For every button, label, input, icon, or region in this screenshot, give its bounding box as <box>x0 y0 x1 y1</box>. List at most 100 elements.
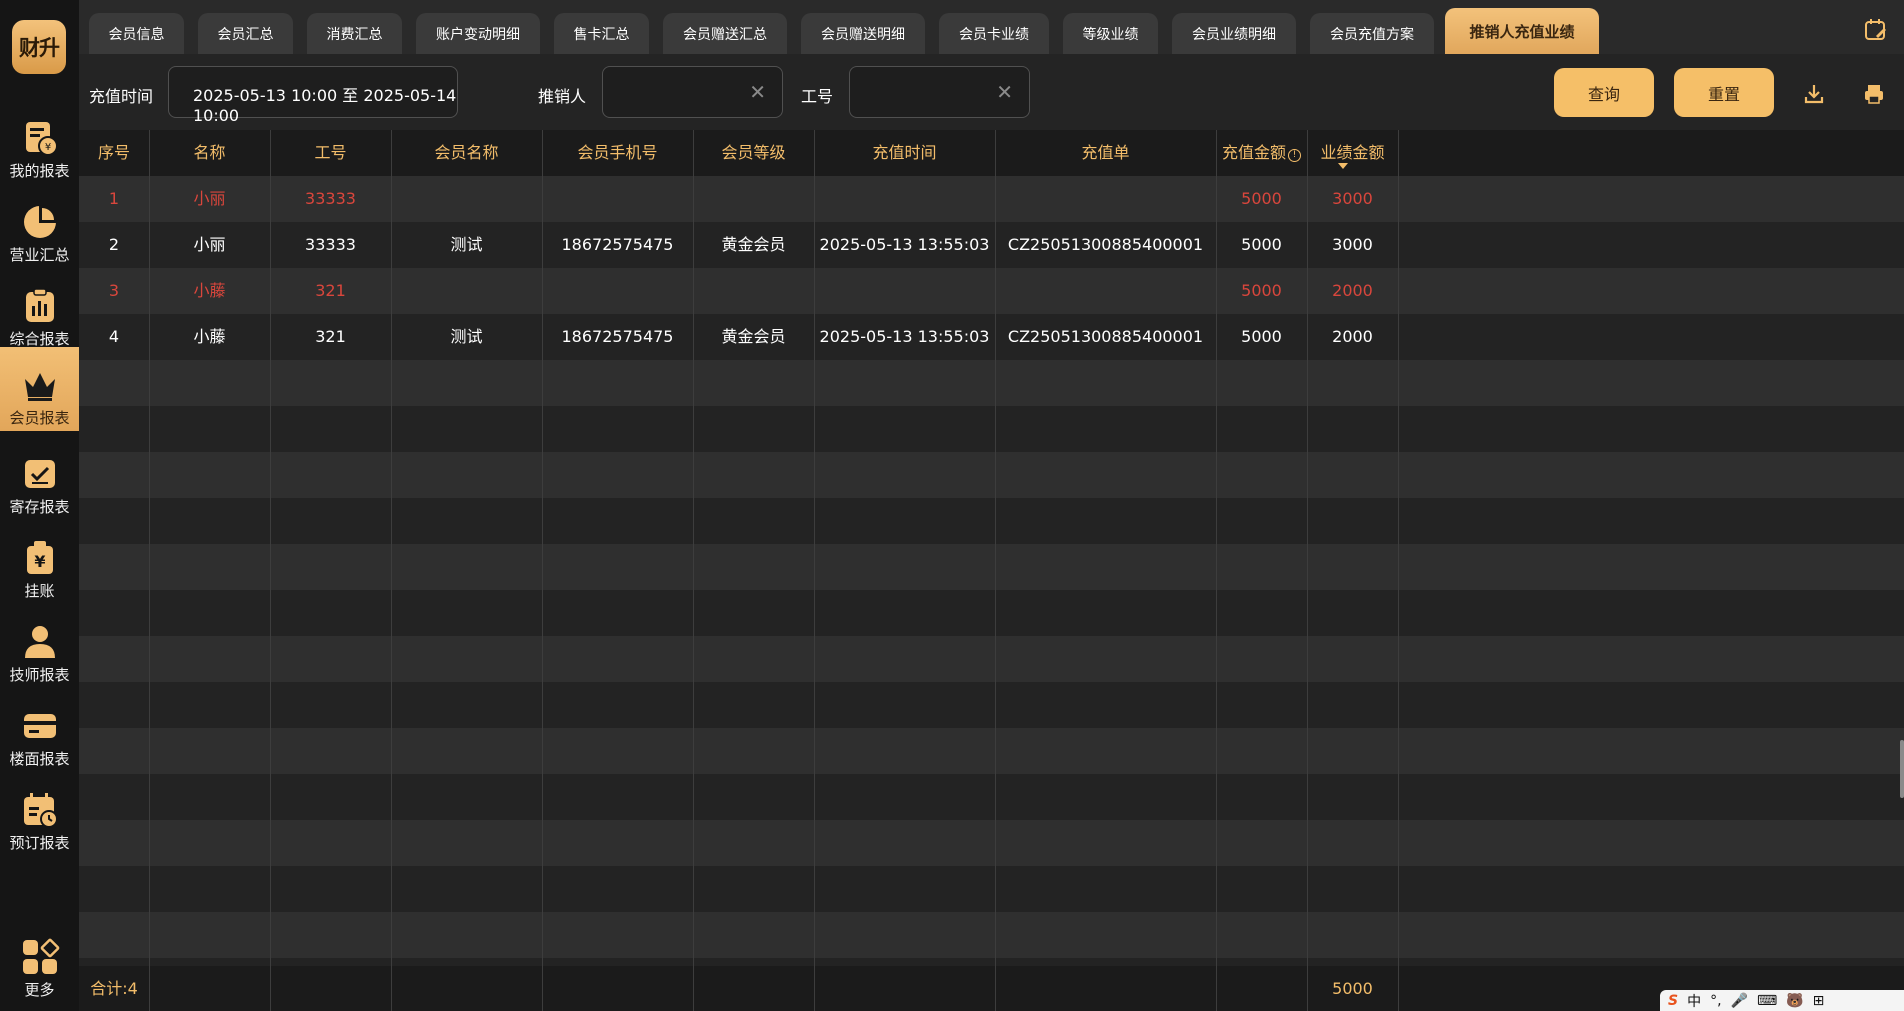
scrollbar-thumb[interactable] <box>1900 740 1904 798</box>
table-row[interactable] <box>79 498 1904 544</box>
tab-account-change-detail[interactable]: 账户变动明细 <box>416 13 540 54</box>
sidebar-item-floor-report[interactable]: 楼面报表 <box>0 688 79 772</box>
staff-no-label: 工号 <box>801 87 834 106</box>
col-header-member-level: 会员等级 <box>721 143 786 162</box>
tab-level-performance[interactable]: 等级业绩 <box>1063 13 1158 54</box>
tab-consumption-summary[interactable]: 消费汇总 <box>307 13 402 54</box>
cell-seq: 3 <box>108 281 120 300</box>
performance-total: 5000 <box>1332 979 1373 998</box>
sidebar-item-label: 技师报表 <box>9 666 70 684</box>
cell-order <box>995 176 1216 222</box>
clear-staff-no-icon[interactable]: ✕ <box>996 82 1013 102</box>
clear-seller-icon[interactable]: ✕ <box>749 82 766 102</box>
seller-input[interactable]: ✕ <box>602 66 783 118</box>
sidebar-item-label: 营业汇总 <box>9 246 70 264</box>
ime-voice-icon[interactable]: 🎤 <box>1731 993 1748 1009</box>
staff-no-input[interactable]: ✕ <box>849 66 1030 118</box>
sidebar-item-member-report[interactable]: 会员报表 <box>0 347 79 431</box>
table-row[interactable] <box>79 590 1904 636</box>
col-header-recharge-amount[interactable]: 充值金额! <box>1216 130 1307 176</box>
sidebar-item-my-reports[interactable]: ¥ 我的报表 <box>0 100 79 184</box>
apps-grid-icon <box>22 938 59 974</box>
table-row[interactable] <box>79 682 1904 728</box>
table-row[interactable] <box>79 452 1904 498</box>
cell-time <box>814 268 995 314</box>
query-button[interactable]: 查询 <box>1554 68 1654 117</box>
table-row[interactable] <box>79 636 1904 682</box>
table-row[interactable]: 1 小丽 33333 5000 3000 <box>79 176 1904 222</box>
table-row[interactable] <box>79 728 1904 774</box>
table-row[interactable] <box>79 912 1904 958</box>
info-icon[interactable]: ! <box>1288 149 1301 162</box>
sidebar-item-label: 会员报表 <box>9 409 70 427</box>
recharge-time-value: 2025-05-13 10:00 至 2025-05-14 10:00 <box>193 86 457 125</box>
cell-level <box>693 268 814 314</box>
calendar-clock-icon <box>23 793 58 828</box>
table-row[interactable]: 3 小藤 321 5000 2000 <box>79 268 1904 314</box>
calendar-edit-icon[interactable] <box>1864 18 1888 42</box>
table-row[interactable]: 2 小丽 33333 测试 18672575475 黄金会员 2025-05-13 13:5… <box>79 222 1904 268</box>
sidebar-item-technician-report[interactable]: 技师报表 <box>0 604 79 688</box>
tab-member-gift-detail[interactable]: 会员赠送明细 <box>801 13 925 54</box>
cell-name: 小藤 <box>193 281 226 300</box>
cell-staff-no: 321 <box>315 327 346 346</box>
cell-perf: 3000 <box>1332 189 1373 208</box>
sidebar-item-label: 楼面报表 <box>9 750 70 768</box>
ime-mode-chinese[interactable]: 中 <box>1687 991 1701 1011</box>
table-row[interactable] <box>79 866 1904 912</box>
recharge-time-range-picker[interactable]: 2025-05-13 10:00 至 2025-05-14 10:00 <box>168 66 458 125</box>
cell-phone <box>542 176 693 222</box>
card-icon <box>23 714 56 738</box>
ime-punctuation[interactable]: °, <box>1710 993 1721 1009</box>
table-row[interactable] <box>79 774 1904 820</box>
ime-keyboard-icon[interactable]: ⌨ <box>1757 993 1777 1009</box>
print-icon[interactable] <box>1863 83 1885 105</box>
seller-label: 推销人 <box>538 87 587 106</box>
col-header-name: 名称 <box>193 143 226 162</box>
tab-member-performance-detail[interactable]: 会员业绩明细 <box>1172 13 1296 54</box>
table-row[interactable] <box>79 544 1904 590</box>
sidebar-item-on-account[interactable]: ¥ 挂账 <box>0 520 79 604</box>
tab-member-info[interactable]: 会员信息 <box>89 13 184 54</box>
tab-member-recharge-plan[interactable]: 会员充值方案 <box>1310 13 1434 54</box>
cell-amount: 5000 <box>1241 235 1282 254</box>
sidebar-item-storage-report[interactable]: 寄存报表 <box>0 436 79 520</box>
report-yen-icon: ¥ <box>25 122 58 156</box>
recharge-time-label: 充值时间 <box>89 87 154 106</box>
cell-phone: 18672575475 <box>561 327 674 346</box>
sidebar-item-comprehensive-report[interactable]: 综合报表 <box>0 268 79 352</box>
sogou-logo-icon[interactable]: S <box>1668 993 1678 1009</box>
col-header-recharge-time: 充值时间 <box>872 143 937 162</box>
filter-bar: 充值时间 2025-05-13 10:00 至 2025-05-14 10:00… <box>79 54 1904 130</box>
reset-button[interactable]: 重置 <box>1674 68 1774 117</box>
sidebar-item-more[interactable]: 更多 <box>0 920 79 1004</box>
table-row[interactable]: 4 小藤 321 测试 18672575475 黄金会员 2025-05-13 13:55:… <box>79 314 1904 360</box>
cell-staff-no: 321 <box>315 281 346 300</box>
sidebar-item-label: 我的报表 <box>9 162 70 180</box>
person-icon <box>24 626 55 658</box>
tab-member-card-performance[interactable]: 会员卡业绩 <box>939 13 1049 54</box>
svg-text:¥: ¥ <box>44 142 50 153</box>
col-header-member-phone: 会员手机号 <box>577 143 658 162</box>
table-row[interactable] <box>79 360 1904 406</box>
cell-member-name: 测试 <box>450 235 483 254</box>
cell-staff-no: 33333 <box>305 235 356 254</box>
col-header-member-name: 会员名称 <box>434 143 499 162</box>
tab-member-gift-summary[interactable]: 会员赠送汇总 <box>663 13 787 54</box>
table-row[interactable] <box>79 406 1904 452</box>
sidebar-item-business-summary[interactable]: 营业汇总 <box>0 184 79 268</box>
credit-bag-icon: ¥ <box>26 541 53 574</box>
sidebar-item-reservation-report[interactable]: 预订报表 <box>0 772 79 856</box>
cell-staff-no: 33333 <box>305 189 356 208</box>
table-row[interactable] <box>79 820 1904 866</box>
sidebar-item-label: 预订报表 <box>9 834 70 852</box>
tab-seller-recharge-performance[interactable]: 推销人充值业绩 <box>1445 8 1599 54</box>
crown-icon <box>24 373 55 401</box>
ime-skin-icon[interactable]: 🐻 <box>1786 993 1803 1009</box>
download-icon[interactable] <box>1803 83 1825 105</box>
ime-toolbox-icon[interactable]: ⊞ <box>1813 993 1825 1009</box>
ime-toolbar: S 中 °, 🎤 ⌨ 🐻 ⊞ <box>1660 990 1904 1011</box>
tab-card-sales-summary[interactable]: 售卡汇总 <box>554 13 649 54</box>
cell-amount: 5000 <box>1241 189 1282 208</box>
tab-member-summary[interactable]: 会员汇总 <box>198 13 293 54</box>
